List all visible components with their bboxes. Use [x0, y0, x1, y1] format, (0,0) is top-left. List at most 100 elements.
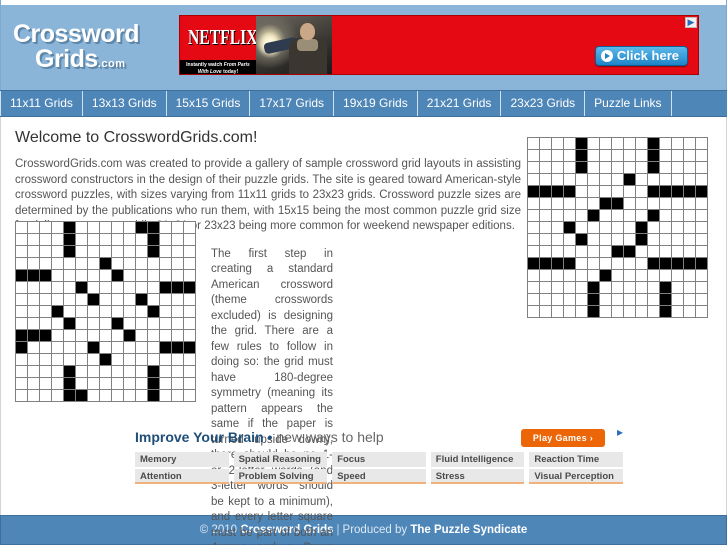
grid-cell: [88, 378, 99, 389]
grid-cell: [600, 306, 611, 317]
grid-cell: [684, 258, 695, 269]
nav-item-19x19[interactable]: 19x19 Grids: [334, 91, 418, 116]
grid-cell: [16, 294, 27, 305]
grid-cell: [136, 282, 147, 293]
grid-cell: [100, 354, 111, 365]
grid-cell: [660, 270, 671, 281]
grid-cell: [28, 222, 39, 233]
grid-cell: [612, 198, 623, 209]
grid-cell: [124, 294, 135, 305]
chip-stress[interactable]: Stress: [430, 469, 525, 484]
crossword-grid-right[interactable]: [527, 137, 708, 318]
grid-cell: [136, 366, 147, 377]
grid-cell: [540, 282, 551, 293]
nav-item-13x13[interactable]: 13x13 Grids: [83, 91, 167, 116]
logo-dotcom-text: .com: [97, 58, 126, 70]
chip-focus[interactable]: Focus: [332, 452, 426, 467]
grid-cell: [76, 258, 87, 269]
grid-cell: [100, 390, 111, 401]
nav-item-17x17[interactable]: 17x17 Grids: [250, 91, 335, 116]
grid-cell: [88, 258, 99, 269]
grid-cell: [612, 186, 623, 197]
chip-attention[interactable]: Attention: [135, 469, 229, 484]
grid-cell: [112, 258, 123, 269]
grid-cell: [64, 390, 75, 401]
grid-cell: [148, 246, 159, 257]
ad-tagline-line1-title: From Paris: [223, 62, 250, 68]
grid-cell: [76, 390, 87, 401]
bottom-advertisement[interactable]: Improve Your Brain • new ways to help Pl…: [135, 425, 623, 491]
grid-cell: [540, 210, 551, 221]
banner-advertisement[interactable]: NETFLIX Instantly watch From Paris With …: [179, 15, 699, 75]
play-games-button[interactable]: Play Games ›: [520, 429, 605, 447]
grid-cell: [684, 270, 695, 281]
adchoices-icon[interactable]: ▸: [617, 425, 623, 439]
grid-cell: [184, 282, 195, 293]
chip-speed[interactable]: Speed: [332, 469, 426, 484]
grid-cell: [660, 174, 671, 185]
grid-cell: [636, 234, 647, 245]
grid-cell: [52, 270, 63, 281]
grid-cell: [52, 330, 63, 341]
grid-cell: [636, 294, 647, 305]
grid-cell: [660, 186, 671, 197]
adchoices-icon[interactable]: ▶: [685, 17, 697, 28]
grid-cell: [672, 150, 683, 161]
grid-cell: [696, 246, 707, 257]
grid-cell: [40, 378, 51, 389]
grid-cell: [576, 270, 587, 281]
grid-cell: [112, 222, 123, 233]
grid-cell: [172, 342, 183, 353]
grid-cell: [148, 282, 159, 293]
grid-cell: [124, 318, 135, 329]
photo-figure-head: [300, 23, 315, 40]
grid-cell: [52, 366, 63, 377]
chip-problem-solving[interactable]: Problem Solving: [233, 469, 328, 484]
grid-cell: [540, 222, 551, 233]
grid-cell: [88, 222, 99, 233]
grid-cell: [696, 294, 707, 305]
grid-cell: [100, 234, 111, 245]
grid-cell: [624, 150, 635, 161]
grid-cell: [552, 234, 563, 245]
chip-visual-perception[interactable]: Visual Perception: [529, 469, 623, 484]
chip-spatial-reasoning[interactable]: Spatial Reasoning: [233, 452, 328, 467]
chip-column: Memory Attention: [135, 452, 229, 486]
nav-item-23x23[interactable]: 23x23 Grids: [501, 91, 586, 116]
grid-cell: [648, 258, 659, 269]
bottom-ad-chip-columns: Memory Attention Spatial Reasoning Probl…: [135, 452, 623, 486]
grid-cell: [576, 306, 587, 317]
nav-item-11x11[interactable]: 11x11 Grids: [0, 91, 83, 116]
grid-cell: [612, 138, 623, 149]
grid-cell: [76, 270, 87, 281]
chip-fluid-intelligence[interactable]: Fluid Intelligence: [430, 452, 525, 467]
nav-item-puzzle-links[interactable]: Puzzle Links: [585, 91, 672, 116]
grid-cell: [684, 198, 695, 209]
nav-item-15x15[interactable]: 15x15 Grids: [167, 91, 251, 116]
grid-cell: [600, 270, 611, 281]
crossword-grid-left[interactable]: [15, 221, 196, 402]
nav-item-21x21[interactable]: 21x21 Grids: [418, 91, 502, 116]
grid-cell: [564, 150, 575, 161]
grid-cell: [576, 138, 587, 149]
ad-tagline: Instantly watch From Paris With Love tod…: [180, 60, 256, 74]
grid-cell: [552, 282, 563, 293]
grid-cell: [88, 366, 99, 377]
grid-cell: [600, 258, 611, 269]
ad-click-here-button[interactable]: Click here: [594, 46, 688, 66]
chip-reaction-time[interactable]: Reaction Time: [529, 452, 623, 467]
grid-cell: [528, 294, 539, 305]
grid-cell: [172, 318, 183, 329]
site-logo[interactable]: Crossword Grids.com: [1, 18, 179, 72]
grid-cell: [52, 354, 63, 365]
grid-cell: [624, 258, 635, 269]
grid-cell: [660, 198, 671, 209]
grid-cell: [624, 198, 635, 209]
grid-cell: [148, 270, 159, 281]
grid-cell: [172, 258, 183, 269]
grid-cell: [588, 282, 599, 293]
grid-cell: [148, 294, 159, 305]
chip-memory[interactable]: Memory: [135, 452, 229, 467]
grid-cell: [576, 186, 587, 197]
grid-cell: [184, 366, 195, 377]
